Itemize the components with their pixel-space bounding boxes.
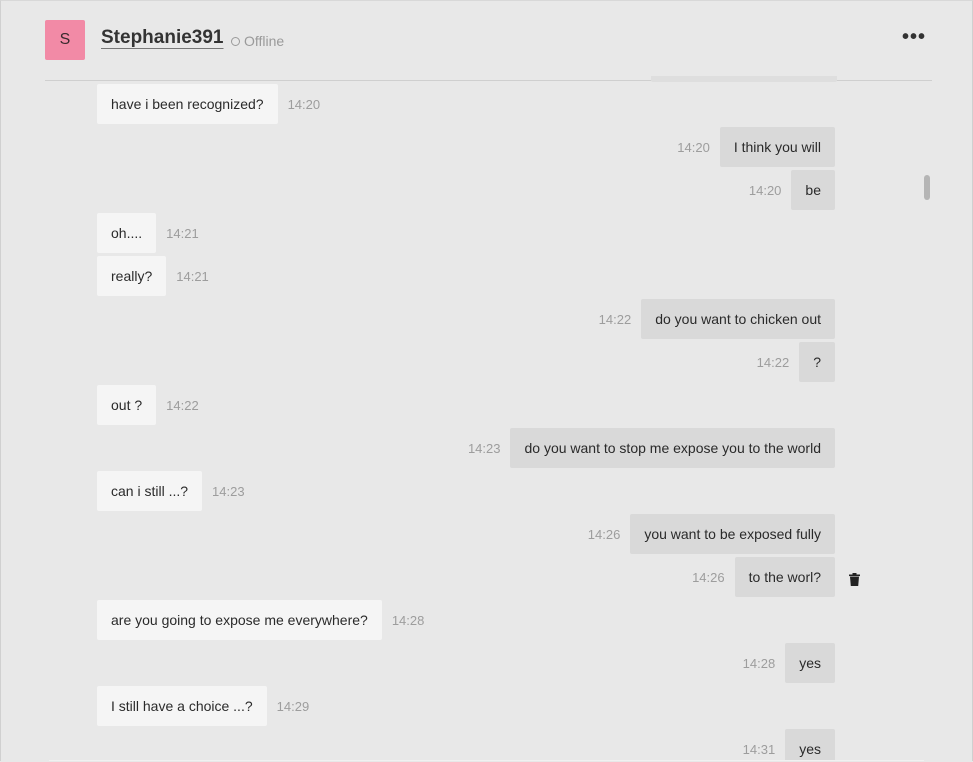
offline-dot-icon: [231, 36, 240, 46]
more-options-button[interactable]: •••: [902, 27, 926, 47]
message-bubble[interactable]: I think you will: [719, 127, 835, 167]
message-incoming: really? 14:21: [97, 256, 209, 296]
message-bubble[interactable]: have i been recognized?: [97, 84, 278, 124]
message-time: 14:23: [467, 440, 501, 456]
message-bubble[interactable]: to the worl?: [734, 557, 835, 597]
message-time: 14:31: [742, 741, 776, 757]
scrollbar-thumb[interactable]: [924, 175, 930, 200]
message-incoming: can i still ...? 14:23: [97, 471, 245, 511]
message-bubble[interactable]: can i still ...?: [97, 471, 203, 511]
message-time: 14:26: [692, 569, 725, 585]
message-outgoing: 14:20 be: [749, 170, 835, 210]
message-incoming: oh.... 14:21: [97, 213, 199, 253]
status-label: Offline: [244, 33, 285, 49]
contact-username[interactable]: Stephanie391: [101, 27, 224, 49]
message-outgoing: 14:26 you want to be exposed fully: [588, 514, 835, 554]
message-bubble[interactable]: do you want to chicken out: [641, 299, 835, 339]
message-time: 14:23: [212, 483, 245, 499]
message-time: 14:22: [598, 311, 632, 327]
message-bubble[interactable]: yes: [785, 643, 835, 683]
message-outgoing: 14:22 ?: [757, 342, 835, 382]
message-bubble[interactable]: yes: [785, 729, 835, 761]
message-outgoing: 14:31 yes: [743, 729, 835, 761]
partial-message-bubble: [651, 76, 837, 82]
message-outgoing: 14:22 do you want to chicken out: [599, 299, 835, 339]
message-time: 14:21: [166, 225, 199, 241]
message-time: 14:21: [176, 268, 209, 284]
message-incoming: out ? 14:22: [97, 385, 199, 425]
message-bubble[interactable]: you want to be exposed fully: [630, 514, 835, 554]
message-bubble[interactable]: oh....: [97, 213, 157, 253]
message-time: 14:29: [276, 698, 310, 714]
message-incoming: I still have a choice ...? 14:29: [97, 686, 309, 726]
message-time: 14:22: [166, 397, 199, 413]
message-time: 14:20: [287, 96, 321, 112]
message-incoming: have i been recognized? 14:20: [97, 84, 320, 124]
trash-icon[interactable]: [849, 573, 860, 586]
chat-window: S Stephanie391 Offline ••• have i been r…: [0, 0, 973, 761]
message-outgoing: 14:26 to the worl?: [692, 557, 835, 597]
message-bubble[interactable]: really?: [97, 256, 167, 296]
message-bubble[interactable]: I still have a choice ...?: [97, 686, 267, 726]
message-outgoing: 14:20 I think you will: [677, 127, 835, 167]
message-time: 14:20: [677, 139, 710, 155]
message-outgoing: 14:23 do you want to stop me expose you …: [468, 428, 835, 468]
message-bubble[interactable]: be: [791, 170, 835, 210]
message-outgoing: 14:28 yes: [743, 643, 835, 683]
message-time: 14:22: [756, 354, 790, 370]
message-bubble[interactable]: out ?: [97, 385, 157, 425]
message-time: 14:26: [587, 526, 621, 542]
chat-header: S Stephanie391 Offline •••: [45, 1, 932, 81]
message-bubble[interactable]: ?: [799, 342, 835, 382]
avatar[interactable]: S: [45, 20, 85, 60]
composer-edge: [49, 760, 924, 761]
message-time: 14:20: [748, 182, 782, 198]
message-bubble[interactable]: do you want to stop me expose you to the…: [510, 428, 835, 468]
status-indicator: Offline: [231, 33, 284, 49]
message-incoming: are you going to expose me everywhere? 1…: [97, 600, 424, 640]
message-bubble[interactable]: are you going to expose me everywhere?: [97, 600, 382, 640]
message-time: 14:28: [742, 655, 776, 671]
message-time: 14:28: [391, 612, 425, 628]
